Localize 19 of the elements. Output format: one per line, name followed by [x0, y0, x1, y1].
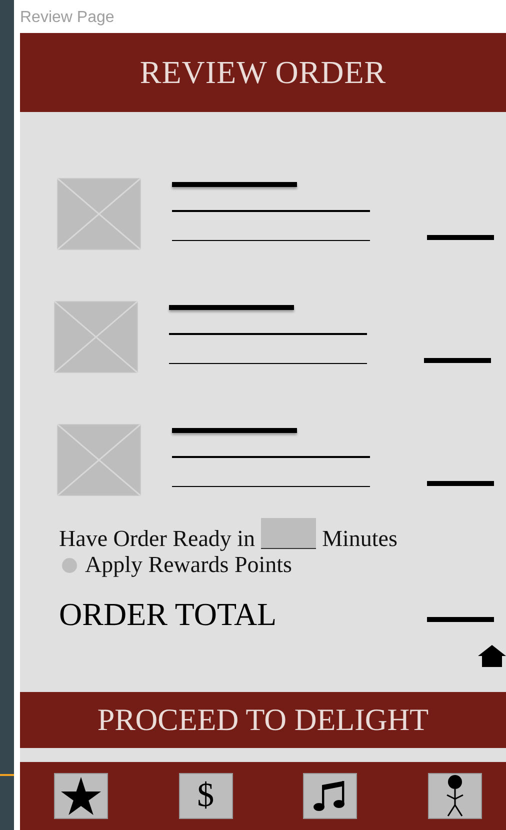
ready-label: Have Order Ready in	[59, 526, 256, 552]
rewards-radio[interactable]	[62, 558, 77, 572]
star-tab[interactable]	[54, 773, 108, 819]
music-note-icon	[313, 779, 348, 813]
minutes-field[interactable]	[261, 518, 316, 549]
order-total-label: ORDER TOTAL	[59, 596, 277, 633]
image-placeholder-icon	[57, 178, 141, 250]
music-tab[interactable]	[303, 773, 358, 819]
proceed-button[interactable]: PROCEED TO DELIGHT	[20, 692, 506, 748]
image-placeholder-icon	[54, 301, 138, 373]
star-icon	[61, 777, 101, 815]
home-icon[interactable]	[478, 645, 506, 667]
image-placeholder-icon	[57, 424, 141, 496]
minutes-label: Minutes	[322, 526, 398, 552]
profile-tab[interactable]	[428, 773, 482, 819]
window-title: Review Page	[19, 8, 116, 28]
dollar-tab[interactable]: $	[178, 773, 233, 819]
rewards-label: Apply Rewards Points	[85, 552, 292, 578]
screen-title: REVIEW ORDER	[140, 54, 386, 91]
